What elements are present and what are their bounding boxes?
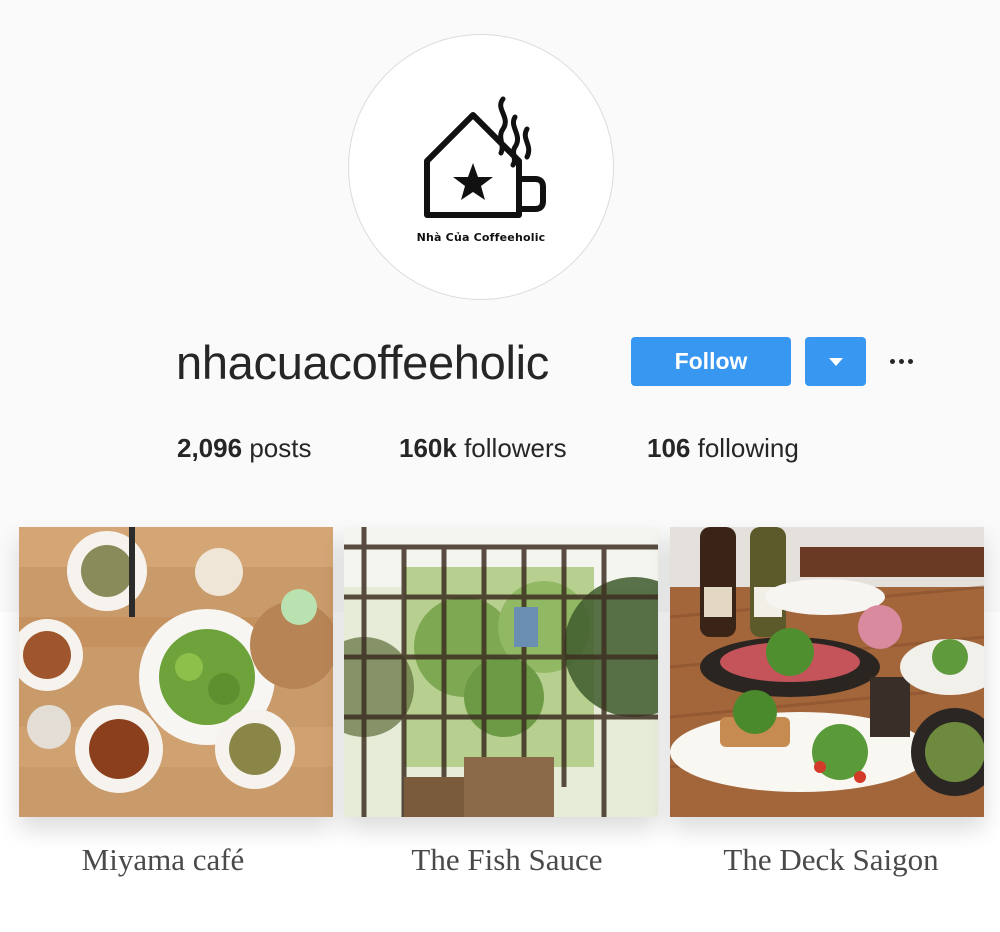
followers-count: 160k bbox=[399, 433, 457, 463]
following-stat[interactable]: 106 following bbox=[647, 430, 799, 466]
coffee-house-logo-icon bbox=[424, 96, 546, 218]
followers-stat[interactable]: 160k followers bbox=[399, 430, 567, 466]
place-caption-3: The Deck Saigon bbox=[723, 842, 939, 877]
place-caption-1: Miyama café bbox=[81, 842, 245, 877]
restaurant-interior-photo bbox=[344, 527, 658, 817]
posts-label: posts bbox=[249, 433, 312, 463]
posts-stat: 2,096 posts bbox=[177, 430, 311, 466]
profile-username: nhacuacoffeeholic bbox=[176, 336, 549, 389]
follow-button[interactable]: Follow bbox=[631, 337, 791, 386]
post-thumbnail[interactable] bbox=[344, 527, 658, 817]
post-thumbnail[interactable] bbox=[19, 527, 333, 817]
caret-down-icon bbox=[828, 357, 843, 366]
following-label: following bbox=[697, 433, 799, 463]
following-count: 106 bbox=[647, 433, 691, 463]
place-caption-2: The Fish Sauce bbox=[411, 842, 603, 877]
follow-options-button[interactable] bbox=[805, 337, 866, 386]
logo-wordmark: Nhà Của Coffeeholic bbox=[416, 231, 546, 244]
posts-count: 2,096 bbox=[177, 433, 243, 463]
post-thumbnail[interactable] bbox=[670, 527, 984, 817]
more-options-button[interactable] bbox=[882, 348, 920, 374]
dining-table-photo bbox=[670, 527, 984, 817]
food-flatlay-photo bbox=[19, 527, 333, 817]
ellipsis-icon bbox=[889, 358, 895, 364]
followers-label: followers bbox=[464, 433, 567, 463]
ellipsis-dot bbox=[907, 358, 913, 364]
ellipsis-dot bbox=[898, 358, 904, 364]
profile-avatar[interactable]: Nhà Của Coffeeholic bbox=[348, 34, 614, 300]
